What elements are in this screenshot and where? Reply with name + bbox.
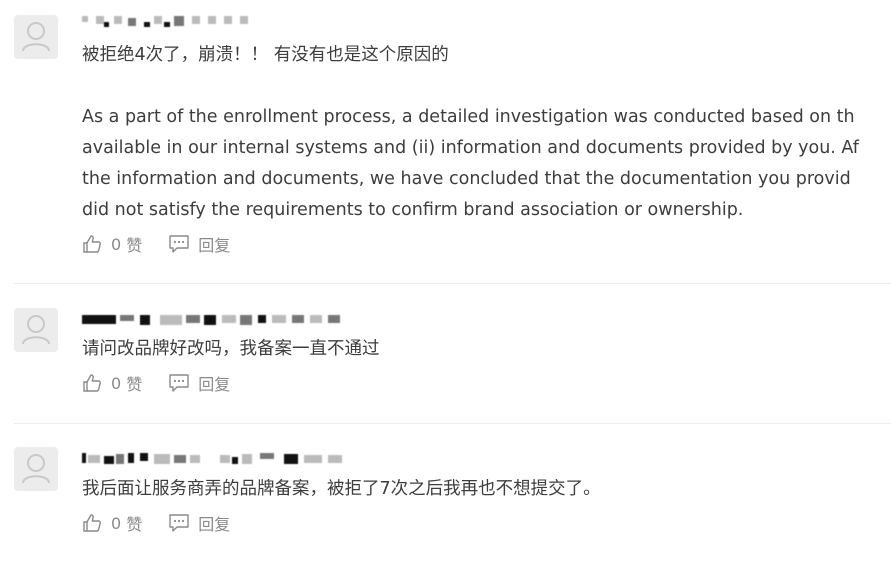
default-user-icon — [22, 22, 50, 52]
reply-label: 回复 — [198, 375, 231, 394]
avatar[interactable] — [14, 447, 58, 491]
like-count: 0 — [111, 373, 122, 393]
comment-actions: 0 赞 回复 — [82, 512, 230, 534]
default-user-icon — [22, 454, 50, 484]
comment-text: 请问改品牌好改吗，我备案一直不通过 — [82, 339, 380, 359]
reply-label: 回复 — [198, 515, 231, 534]
like-count: 0 — [111, 234, 122, 254]
like-label: 赞 — [126, 236, 143, 255]
username-redacted[interactable] — [82, 312, 344, 326]
comment-divider — [14, 283, 891, 284]
username-redaction — [82, 312, 344, 326]
like-button[interactable]: 0 赞 — [82, 232, 142, 256]
quoted-text-line: did not satisfy the requirements to conf… — [82, 200, 744, 220]
quoted-text-line: available in our internal systems and (i… — [82, 138, 859, 158]
avatar[interactable] — [14, 15, 58, 59]
comment-bubble-icon — [169, 235, 189, 253]
comment-actions: 0 赞 回复 — [82, 233, 230, 255]
reply-label: 回复 — [198, 236, 231, 255]
like-button[interactable]: 0 赞 — [82, 371, 142, 395]
username-redacted[interactable] — [82, 14, 257, 28]
username-redaction — [82, 14, 257, 28]
like-label: 赞 — [126, 375, 143, 394]
comment-divider — [14, 423, 891, 424]
like-count: 0 — [111, 513, 122, 533]
thumbs-up-icon — [83, 374, 101, 392]
username-redaction — [82, 451, 346, 465]
like-label: 赞 — [126, 515, 143, 534]
reply-button[interactable]: 回复 — [168, 232, 230, 256]
thumbs-up-icon — [83, 235, 101, 253]
comment-text: 我后面让服务商弄的品牌备案，被拒了7次之后我再也不想提交了。 — [82, 479, 601, 499]
comment-content: 我后面让服务商弄的品牌备案，被拒了7次之后我再也不想提交了。 — [82, 474, 891, 505]
thumbs-up-icon — [83, 514, 101, 532]
default-user-icon — [22, 315, 50, 345]
reply-button[interactable]: 回复 — [168, 511, 230, 535]
like-button[interactable]: 0 赞 — [82, 511, 142, 535]
comment-content: 被拒绝4次了，崩溃！！ 有没有也是这个原因的 As a part of the … — [82, 40, 891, 226]
comment-bubble-icon — [169, 374, 189, 392]
quoted-text-line: the information and documents, we have c… — [82, 169, 851, 189]
reply-button[interactable]: 回复 — [168, 371, 230, 395]
comment-bubble-icon — [169, 514, 189, 532]
quoted-text-line: As a part of the enrollment process, a d… — [82, 107, 855, 127]
avatar[interactable] — [14, 308, 58, 352]
comment-text: 被拒绝4次了，崩溃！！ 有没有也是这个原因的 — [82, 45, 449, 65]
username-redacted[interactable] — [82, 451, 346, 465]
comment-content: 请问改品牌好改吗，我备案一直不通过 — [82, 334, 891, 365]
comment-actions: 0 赞 回复 — [82, 372, 230, 394]
